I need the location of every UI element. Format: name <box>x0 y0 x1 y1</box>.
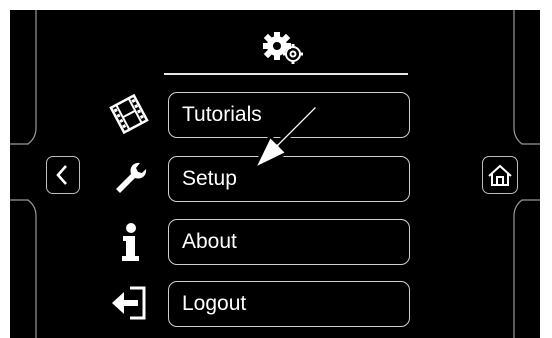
info-icon <box>122 223 139 261</box>
menu-item-about[interactable]: About <box>168 219 410 265</box>
gears-icon <box>263 32 303 64</box>
menu-item-label: Setup <box>182 167 237 190</box>
film-icon <box>109 93 149 135</box>
menu-item-label: Tutorials <box>182 103 262 126</box>
menu-item-label: Logout <box>182 292 247 315</box>
back-button[interactable] <box>46 156 80 194</box>
menu-item-tutorials[interactable]: Tutorials <box>168 92 410 138</box>
logout-icon <box>112 286 146 320</box>
device-screen: Tutorials Setup About Logout <box>10 10 540 338</box>
wrench-icon <box>116 162 147 193</box>
menu-item-setup[interactable]: Setup <box>168 156 410 202</box>
chevron-left-icon <box>56 165 67 185</box>
menu-item-logout[interactable]: Logout <box>168 281 410 327</box>
header-divider <box>164 73 408 75</box>
menu-item-label: About <box>182 230 237 253</box>
home-icon <box>488 164 512 186</box>
home-button[interactable] <box>482 156 518 194</box>
